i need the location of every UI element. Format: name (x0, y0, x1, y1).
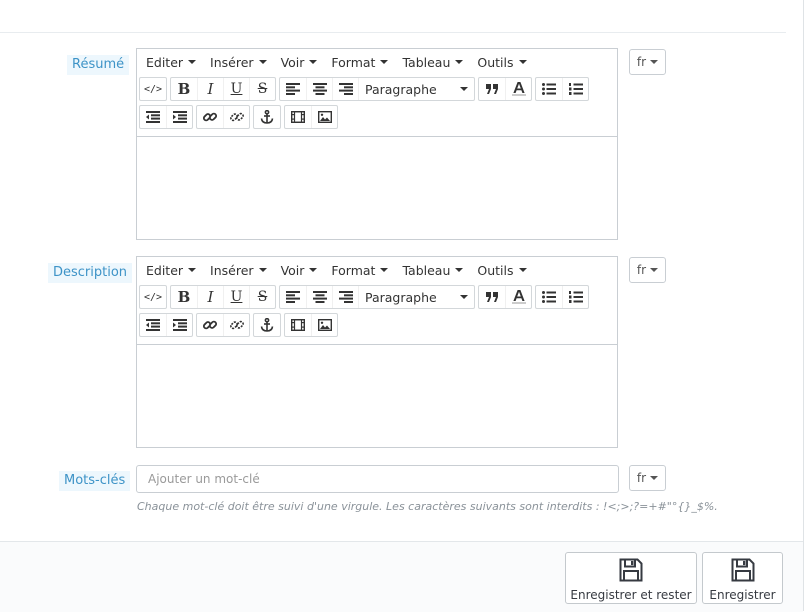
menu-tools[interactable]: Outils (470, 257, 533, 283)
numbered-list-icon[interactable] (562, 286, 588, 308)
caret-down-icon (460, 295, 468, 299)
code-icon[interactable]: </> (140, 286, 166, 308)
keywords-help-text: Chaque mot-clé doit être suivi d'une vir… (137, 500, 718, 513)
numbered-list-icon[interactable] (562, 78, 588, 100)
anchor-icon[interactable] (254, 314, 280, 336)
align-left-icon[interactable] (280, 286, 306, 308)
keywords-language-dropdown[interactable]: fr (629, 465, 666, 491)
menu-view[interactable]: Voir (274, 49, 325, 75)
align-center-icon[interactable] (306, 78, 332, 100)
anchor-icon[interactable] (254, 106, 280, 128)
description-language-dropdown[interactable]: fr (629, 257, 666, 283)
bullet-list-icon[interactable] (536, 286, 562, 308)
keywords-input[interactable] (136, 465, 619, 493)
resume-label: Résumé (67, 55, 130, 75)
resume-toolbar-row-2 (137, 103, 617, 131)
menu-edit[interactable]: Editer (139, 257, 203, 283)
caret-down-icon (258, 60, 267, 64)
indent-icon[interactable] (166, 106, 192, 128)
caret-down-icon (518, 60, 527, 64)
description-label: Description (48, 263, 133, 283)
blockquote-icon[interactable] (479, 286, 505, 308)
align-center-icon[interactable] (306, 286, 332, 308)
resume-content-area[interactable] (137, 136, 617, 239)
link-icon[interactable] (197, 314, 223, 336)
caret-down-icon (309, 268, 318, 272)
format-select[interactable]: Paragraphe (358, 78, 474, 100)
image-icon[interactable] (311, 106, 337, 128)
caret-down-icon (650, 268, 659, 272)
menu-view[interactable]: Voir (274, 257, 325, 283)
link-icon[interactable] (197, 106, 223, 128)
caret-down-icon (460, 87, 468, 91)
description-menubar: Editer Insérer Voir Format Tableau Outil… (137, 257, 617, 283)
italic-icon[interactable]: I (197, 286, 223, 308)
media-icon[interactable] (285, 314, 311, 336)
description-toolbar-row-2 (137, 311, 617, 339)
strikethrough-icon[interactable]: S (249, 286, 275, 308)
caret-down-icon (650, 60, 659, 64)
text-color-icon[interactable] (505, 286, 531, 308)
indent-icon[interactable] (166, 314, 192, 336)
format-select[interactable]: Paragraphe (358, 286, 474, 308)
caret-down-icon (455, 268, 464, 272)
save-and-stay-button[interactable]: Enregistrer et rester (565, 552, 697, 604)
caret-down-icon (258, 268, 267, 272)
underline-icon[interactable]: U (223, 286, 249, 308)
description-editor[interactable]: Editer Insérer Voir Format Tableau Outil… (136, 256, 618, 448)
blockquote-icon[interactable] (479, 78, 505, 100)
menu-table[interactable]: Tableau (395, 257, 470, 283)
code-icon[interactable]: </> (140, 78, 166, 100)
caret-down-icon (380, 60, 389, 64)
align-right-icon[interactable] (332, 78, 358, 100)
description-toolbar-row-1: </> B I U S Paragraphe (137, 283, 617, 311)
menu-table[interactable]: Tableau (395, 49, 470, 75)
menu-tools[interactable]: Outils (470, 49, 533, 75)
underline-icon[interactable]: U (223, 78, 249, 100)
caret-down-icon (650, 476, 659, 480)
text-color-icon[interactable] (505, 78, 531, 100)
bold-icon[interactable]: B (171, 78, 197, 100)
caret-down-icon (518, 268, 527, 272)
save-and-stay-label: Enregistrer et rester (570, 588, 692, 602)
align-right-icon[interactable] (332, 286, 358, 308)
floppy-disk-icon (619, 558, 643, 585)
menu-format[interactable]: Format (324, 49, 395, 75)
menu-edit[interactable]: Editer (139, 49, 203, 75)
resume-toolbar-row-1: </> B I U S Paragraphe (137, 75, 617, 103)
outdent-icon[interactable] (140, 314, 166, 336)
caret-down-icon (188, 268, 197, 272)
bullet-list-icon[interactable] (536, 78, 562, 100)
resume-editor[interactable]: Editer Insérer Voir Format Tableau Outil… (136, 48, 618, 240)
scroll-edge (803, 0, 804, 611)
unlink-icon[interactable] (223, 314, 249, 336)
bold-icon[interactable]: B (171, 286, 197, 308)
save-label: Enregistrer (709, 588, 776, 602)
floppy-disk-icon (731, 558, 755, 585)
resume-language-dropdown[interactable]: fr (629, 49, 666, 75)
outdent-icon[interactable] (140, 106, 166, 128)
keywords-label: Mots-clés (59, 471, 131, 491)
italic-icon[interactable]: I (197, 78, 223, 100)
resume-menubar: Editer Insérer Voir Format Tableau Outil… (137, 49, 617, 75)
menu-insert[interactable]: Insérer (203, 257, 274, 283)
caret-down-icon (455, 60, 464, 64)
caret-down-icon (380, 268, 389, 272)
top-panel-edge (0, 0, 786, 33)
strikethrough-icon[interactable]: S (249, 78, 275, 100)
menu-format[interactable]: Format (324, 257, 395, 283)
media-icon[interactable] (285, 106, 311, 128)
caret-down-icon (188, 60, 197, 64)
image-icon[interactable] (311, 314, 337, 336)
unlink-icon[interactable] (223, 106, 249, 128)
menu-insert[interactable]: Insérer (203, 49, 274, 75)
align-left-icon[interactable] (280, 78, 306, 100)
caret-down-icon (309, 60, 318, 64)
description-content-area[interactable] (137, 344, 617, 447)
save-button[interactable]: Enregistrer (702, 552, 783, 604)
